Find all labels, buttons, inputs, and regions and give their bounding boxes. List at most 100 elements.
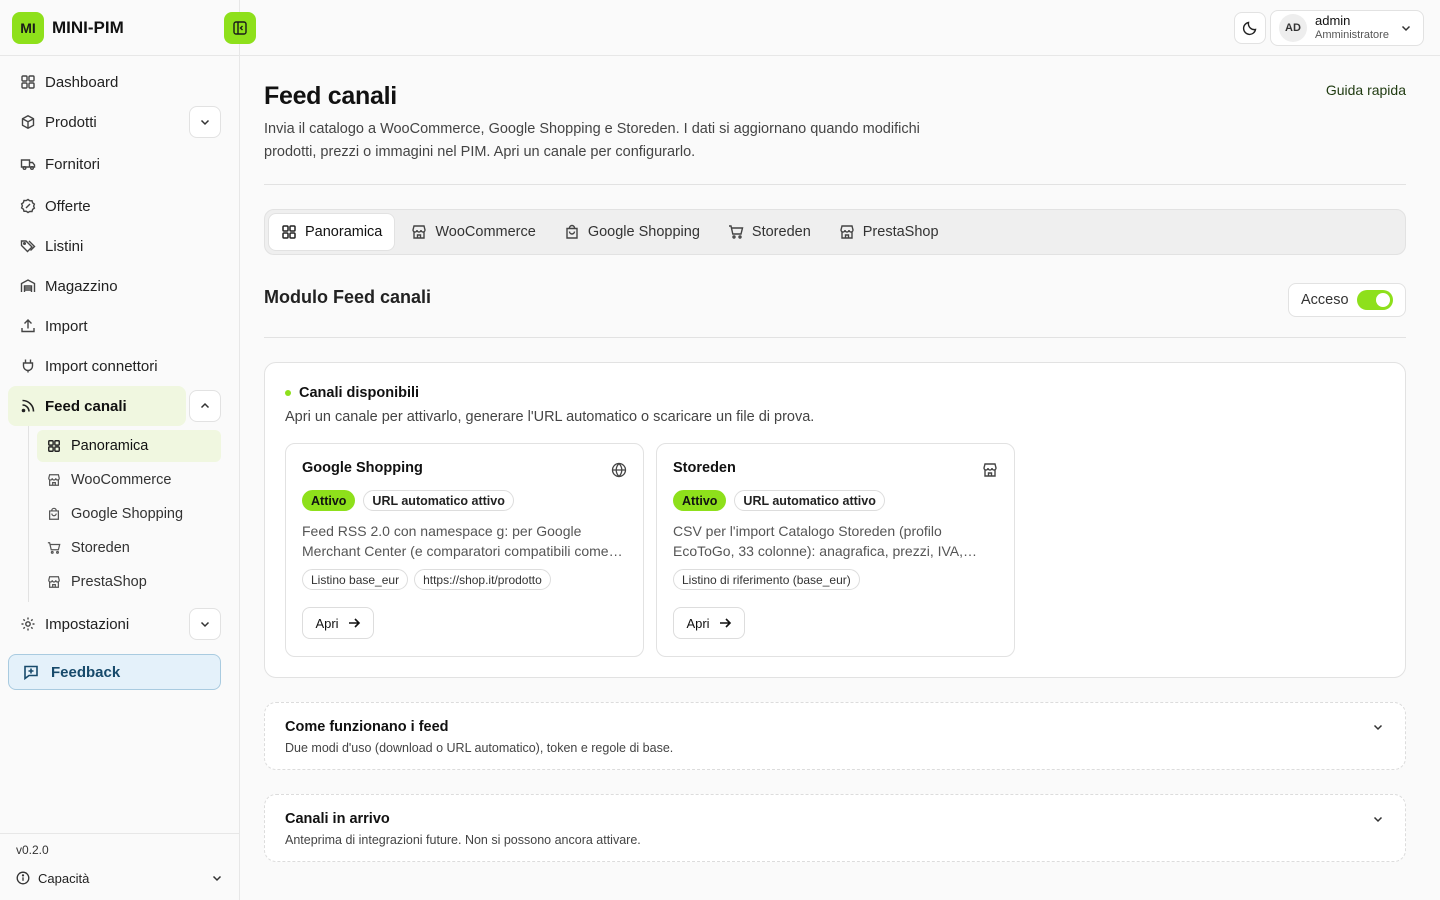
sidebar-footer-divider (0, 833, 240, 834)
sidebar-item-label: Dashboard (45, 73, 119, 91)
sidebar-item-label: Offerte (45, 197, 91, 215)
chevron-down-icon (200, 621, 210, 628)
tab-storeden[interactable]: Storeden (716, 213, 823, 251)
brand[interactable]: MI MINI-PIM (12, 12, 124, 44)
channel-tabs: Panoramica WooCommerce Google Shopping S… (264, 209, 1406, 255)
sidebar-subitem-woocommerce[interactable]: WooCommerce (37, 464, 221, 496)
sidebar-item-listini[interactable]: Listini (8, 226, 221, 266)
page-title: Feed canali (264, 82, 397, 110)
info-icon (16, 871, 30, 885)
sidebar-item-import[interactable]: Import (8, 306, 221, 346)
channel-chips: Listino base_eur https://shop.it/prodott… (302, 569, 627, 590)
sidebar-subitem-storeden[interactable]: Storeden (37, 532, 221, 564)
chevron-up-icon (200, 402, 210, 409)
avatar: AD (1279, 14, 1307, 42)
sidebar: MI MINI-PIM Dashboard Prodotti Fornitori… (0, 0, 240, 900)
dashboard-icon (281, 224, 297, 240)
channel-chips: Listino di riferimento (base_eur) (673, 569, 998, 590)
tab-google-shopping[interactable]: Google Shopping (552, 213, 712, 251)
brand-name: MINI-PIM (52, 18, 124, 37)
status-badge: Attivo (673, 490, 727, 511)
sidebar-subitem-google-shopping[interactable]: Google Shopping (37, 498, 221, 530)
status-badge: Attivo (302, 490, 356, 511)
channel-badges: Attivo URL automatico attivo (302, 490, 627, 511)
open-label: Apri (315, 615, 339, 631)
sidebar-item-offerte[interactable]: Offerte (8, 186, 221, 226)
accordion-title: Canali in arrivo (285, 811, 390, 827)
chevron-down-icon[interactable] (1371, 812, 1385, 826)
theme-toggle-button[interactable] (1234, 12, 1266, 44)
feedback-label: Feedback (51, 663, 121, 681)
accordion-upcoming-channels[interactable]: Canali in arrivo Anteprima di integrazio… (264, 794, 1406, 862)
sidebar-subitem-label: PrestaShop (71, 574, 147, 590)
channel-badges: Attivo URL automatico attivo (673, 490, 998, 511)
badge-percent-icon (20, 198, 36, 214)
topbar: AD admin Amministratore (240, 0, 1440, 56)
channel-description: CSV per l'import Catalogo Storeden (prof… (673, 523, 964, 559)
sidebar-toggle-button[interactable] (224, 12, 256, 44)
sidebar-item-fornitori[interactable]: Fornitori (8, 142, 221, 186)
sidebar-item-impostazioni[interactable]: Impostazioni (8, 602, 221, 646)
version-label: v0.2.0 (16, 843, 49, 857)
tab-label: Storeden (751, 224, 811, 240)
panel-left-icon (232, 20, 248, 36)
cart-icon (47, 541, 61, 555)
feedback-button[interactable]: Feedback (8, 654, 221, 690)
quick-guide-link[interactable]: Guida rapida (1326, 82, 1406, 98)
sidebar-subitem-panoramica[interactable]: Panoramica (37, 430, 221, 462)
tab-label: PrestaShop (862, 224, 939, 240)
message-plus-icon (23, 664, 39, 680)
user-role: Amministratore (1315, 29, 1389, 41)
feed-canali-submenu: Panoramica WooCommerce Google Shopping S… (28, 426, 221, 602)
chip: Listino base_eur (302, 569, 409, 590)
sidebar-subitem-label: Google Shopping (71, 506, 184, 522)
tab-panoramica[interactable]: Panoramica (268, 213, 396, 251)
module-access-toggle[interactable]: Acceso (1288, 283, 1406, 317)
user-menu-button[interactable]: AD admin Amministratore (1270, 10, 1424, 46)
chevron-down-icon (1399, 21, 1413, 35)
sidebar-item-label: Magazzino (45, 277, 118, 295)
sidebar-subitem-label: WooCommerce (71, 472, 172, 488)
sidebar-item-import-connettori[interactable]: Import connettori (8, 346, 221, 386)
sidebar-item-label: Impostazioni (45, 615, 130, 633)
open-channel-button[interactable]: Apri (673, 607, 745, 639)
warehouse-icon (20, 278, 36, 294)
available-channels-title: Canali disponibili (299, 385, 420, 401)
store-icon (47, 575, 61, 589)
sidebar-subitem-prestashop[interactable]: PrestaShop (37, 566, 221, 598)
box-icon (20, 114, 36, 130)
brand-badge: MI (12, 12, 44, 44)
tab-prestashop[interactable]: PrestaShop (827, 213, 951, 251)
tab-label: WooCommerce (435, 224, 536, 240)
feed-canali-collapse-button[interactable] (189, 390, 221, 422)
open-channel-button[interactable]: Apri (302, 607, 374, 639)
capacity-toggle[interactable]: Capacità (16, 868, 224, 888)
sidebar-item-dashboard[interactable]: Dashboard (8, 62, 221, 102)
available-channels-subtitle: Apri un canale per attivarlo, generare l… (285, 409, 815, 425)
available-channels-card: Canali disponibili Apri un canale per at… (264, 362, 1406, 678)
module-toggle-switch[interactable] (1356, 290, 1393, 310)
sidebar-item-magazzino[interactable]: Magazzino (8, 266, 221, 306)
prodotti-expand-button[interactable] (189, 106, 221, 138)
sidebar-item-label: Listini (45, 237, 84, 255)
globe-icon (611, 462, 627, 478)
chevron-down-icon[interactable] (1371, 720, 1385, 734)
capacity-label: Capacità (38, 870, 90, 886)
shopping-bag-icon (564, 224, 580, 240)
status-dot (285, 390, 291, 396)
channel-name: Google Shopping (302, 460, 423, 476)
user-info: admin Amministratore (1315, 14, 1389, 42)
plug-icon (20, 358, 36, 374)
sidebar-item-feed-canali[interactable]: Feed canali (8, 386, 221, 426)
impostazioni-expand-button[interactable] (189, 608, 221, 640)
page-description: Invia il catalogo a WooCommerce, Google … (264, 121, 920, 160)
sidebar-item-prodotti[interactable]: Prodotti (8, 102, 221, 142)
accordion-how-feeds-work[interactable]: Come funzionano i feed Due modi d'uso (d… (264, 702, 1406, 770)
access-label: Acceso (1301, 292, 1349, 308)
shopping-bag-icon (47, 507, 61, 521)
dashboard-icon (47, 439, 61, 453)
sidebar-item-label: Prodotti (45, 113, 97, 131)
user-name: admin (1315, 13, 1351, 28)
tab-woocommerce[interactable]: WooCommerce (399, 213, 547, 251)
channel-name: Storeden (673, 460, 736, 476)
